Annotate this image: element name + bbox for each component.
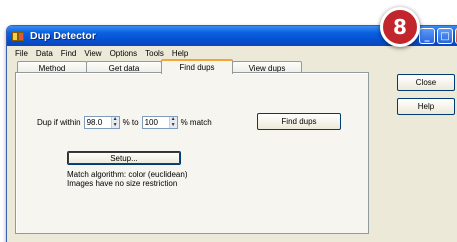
menu-data[interactable]: Data [32, 49, 57, 58]
find-dups-button[interactable]: Find dups [257, 113, 341, 130]
setup-button[interactable]: Setup... [67, 151, 181, 165]
menu-file[interactable]: File [11, 49, 32, 58]
menu-bar: File Data Find View Options Tools Help [7, 46, 457, 60]
dup-within-label: Dup if within [37, 118, 81, 127]
menu-find[interactable]: Find [57, 49, 81, 58]
max-match-input[interactable] [142, 117, 169, 128]
menu-view[interactable]: View [80, 49, 105, 58]
help-button[interactable]: Help [397, 98, 455, 115]
tab-find-dups[interactable]: Find dups [161, 59, 233, 74]
size-restriction-text: Images have no size restriction [67, 179, 178, 188]
app-window: Dup Detector _ □ X File Data Find View O… [6, 25, 457, 242]
spin-down-icon[interactable]: ▼ [169, 122, 177, 128]
match-algorithm-text: Match algorithm: color (euclidean) [67, 170, 188, 179]
minimize-button[interactable]: _ [419, 28, 435, 44]
max-match-stepper[interactable]: ▲ ▼ [141, 116, 178, 129]
menu-options[interactable]: Options [106, 49, 142, 58]
app-icon [12, 31, 26, 42]
close-button[interactable]: Close [397, 74, 455, 91]
menu-tools[interactable]: Tools [141, 49, 168, 58]
to-label: % to [122, 118, 139, 127]
maximize-button[interactable]: □ [437, 28, 453, 44]
menu-help[interactable]: Help [168, 49, 192, 58]
min-match-input[interactable] [84, 117, 111, 128]
min-match-stepper[interactable]: ▲ ▼ [83, 116, 120, 129]
spin-down-icon[interactable]: ▼ [111, 122, 119, 128]
dup-threshold-row: Dup if within ▲ ▼ % to ▲ ▼ % match [37, 116, 212, 129]
match-label: % match [180, 118, 212, 127]
step-number-badge: 8 [380, 7, 420, 47]
window-title: Dup Detector [30, 30, 96, 42]
